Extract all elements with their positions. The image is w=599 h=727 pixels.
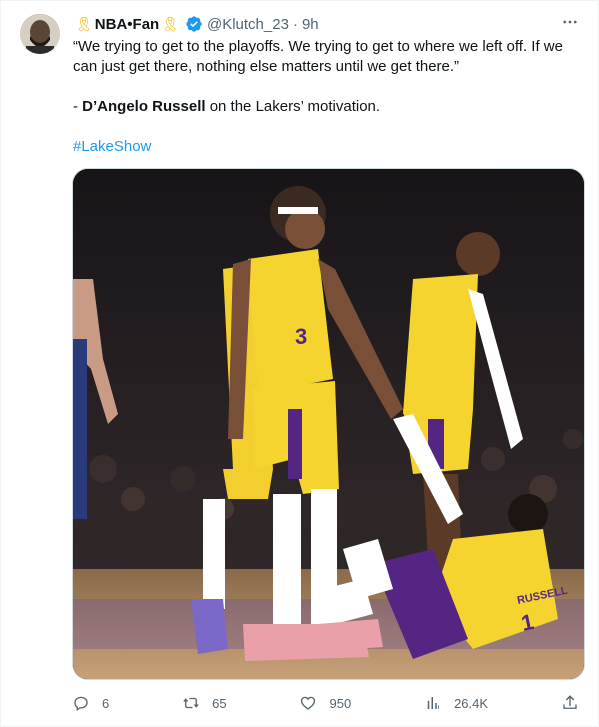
share-button[interactable] [561, 694, 585, 712]
reply-icon [74, 696, 88, 712]
share-icon [563, 695, 577, 709]
timestamp[interactable]: 9h [302, 16, 319, 33]
hashtag-link[interactable]: #LakeShow [73, 137, 583, 157]
author-handle[interactable]: @Klutch_23 [207, 16, 289, 33]
like-count: 950 [329, 695, 352, 711]
tweet-header: 🎗 NBA•Fan 🎗 @Klutch_23 · 9h [73, 14, 319, 34]
tweet-quote: “We trying to get to the playoffs. We tr… [73, 38, 563, 75]
views-count: 26.4K [454, 695, 489, 711]
display-name[interactable]: NBA•Fan [95, 16, 159, 33]
attribution-suffix: on the Lakers’ motivation. [205, 98, 381, 115]
tweet-text: “We trying to get to the playoffs. We tr… [73, 37, 583, 157]
reply-count: 6 [102, 695, 110, 711]
tweet-actions: 6 65 950 26.4K [72, 691, 585, 715]
tweet-attribution: - D’Angelo Russell on the Lakers’ motiva… [73, 97, 583, 117]
views-button[interactable]: 26.4K [424, 694, 488, 712]
reply-button[interactable]: 6 [72, 694, 109, 712]
like-button[interactable]: 950 [299, 694, 351, 712]
tweet-card[interactable]: 🎗 NBA•Fan 🎗 @Klutch_23 · 9h “We trying t… [0, 0, 599, 727]
ribbon-icon: 🎗 [161, 15, 179, 32]
jersey-number-front: 3 [295, 324, 307, 349]
heart-icon [301, 696, 316, 710]
retweet-button[interactable]: 65 [182, 694, 227, 712]
retweet-icon [183, 697, 199, 709]
tweet-photo[interactable]: 3 RUSSELL 1 [72, 168, 585, 680]
verified-badge-icon [185, 15, 203, 33]
ribbon-icon: 🎗 [75, 15, 93, 32]
views-icon [427, 697, 440, 709]
separator-dot: · [292, 15, 298, 33]
more-icon[interactable] [560, 13, 580, 33]
avatar[interactable] [20, 14, 60, 54]
attribution-prefix: - [73, 98, 83, 115]
attribution-name: D’Angelo Russell [82, 98, 206, 115]
retweet-count: 65 [212, 695, 227, 711]
